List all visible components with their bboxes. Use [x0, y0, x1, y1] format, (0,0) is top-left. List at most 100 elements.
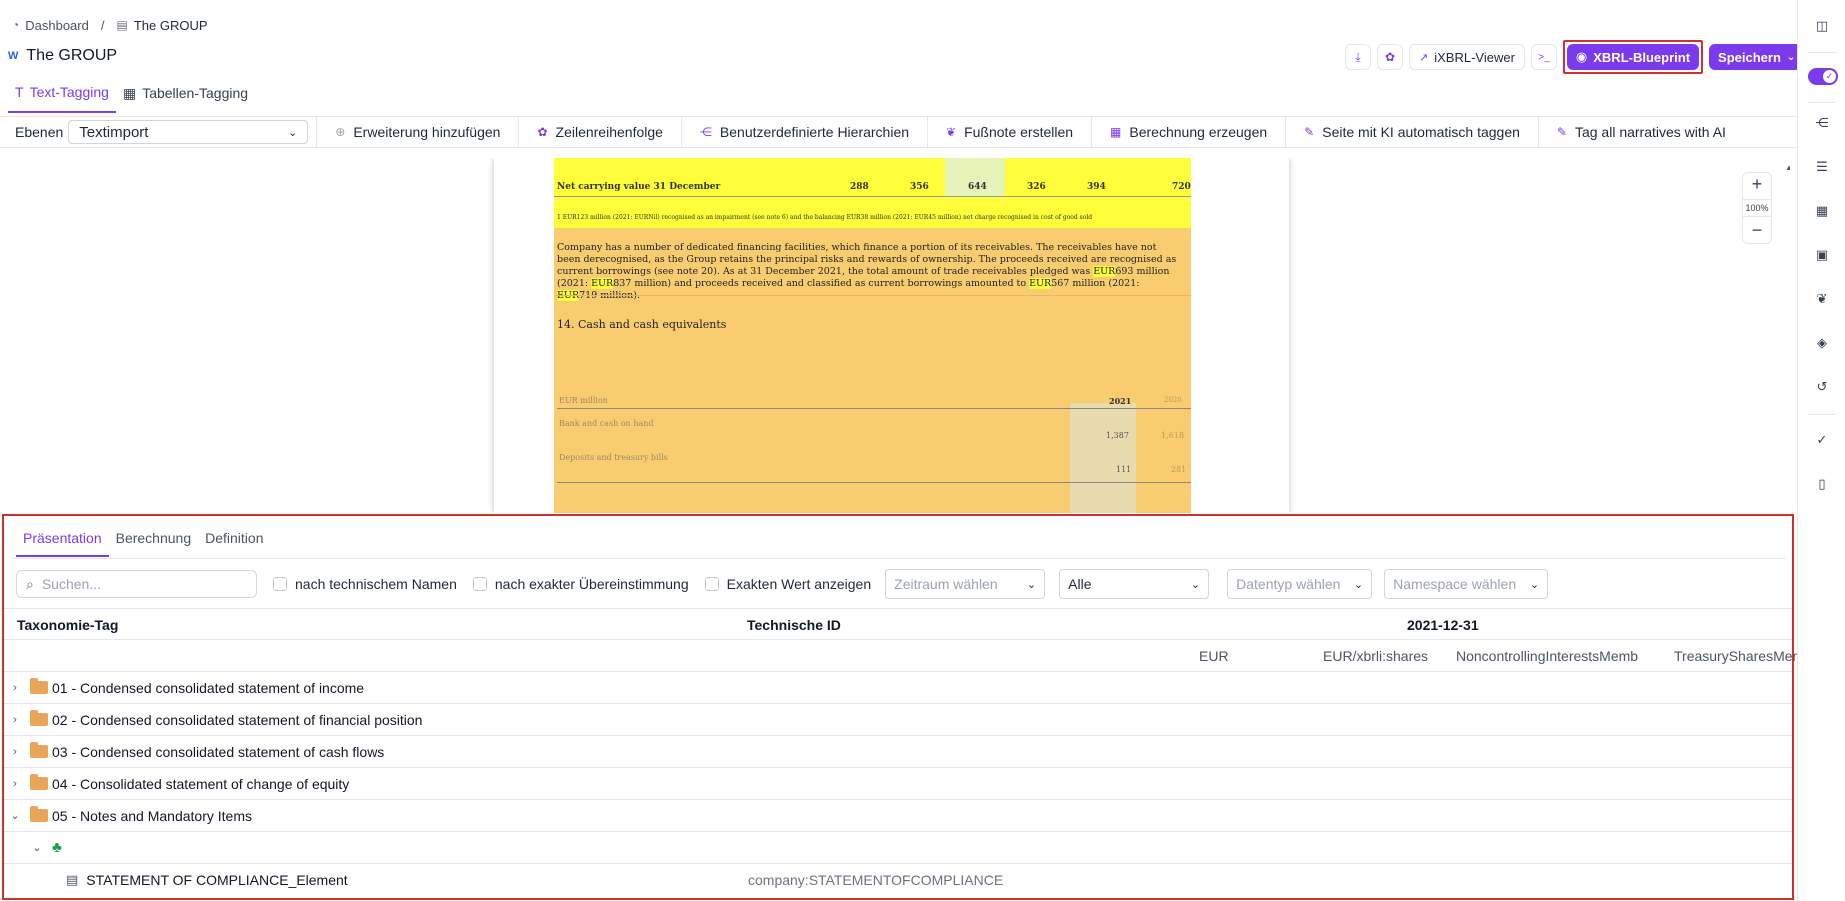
ebenen-select[interactable]: Textimport ⌄: [68, 120, 309, 144]
xbrl-blueprint-button[interactable]: ◉ XBRL-Blueprint: [1566, 44, 1700, 70]
folder-icon: [30, 806, 48, 822]
ncv-value: 644: [968, 182, 987, 192]
checkbox-exact-match[interactable]: nach exakter Übereinstimmung: [472, 576, 689, 592]
table-row[interactable]: › 01 - Condensed consolidated statement …: [4, 672, 1792, 704]
breadcrumb-dashboard[interactable]: Dashboard: [25, 18, 89, 33]
tab-tabellen-tagging[interactable]: ▦ Tabellen-Tagging: [116, 80, 255, 113]
table-row[interactable]: ⌄ 05 - Notes and Mandatory Items: [4, 800, 1792, 832]
breadcrumb-current: The GROUP: [133, 17, 208, 33]
plus-circle-icon: ⊕: [335, 125, 346, 139]
ixbrl-viewer-button[interactable]: ↗ iXBRL-Viewer: [1409, 44, 1525, 70]
mode-toggle[interactable]: ✓: [1808, 68, 1838, 85]
check-circle-icon[interactable]: ✓: [1814, 432, 1830, 448]
year-2021: 2021: [1109, 396, 1132, 406]
ai-tag-page-button[interactable]: ✎ Seite mit KI automatisch taggen: [1286, 117, 1539, 147]
hierarchy-icon[interactable]: ⋲: [1814, 115, 1830, 131]
footprint-icon[interactable]: ❦: [1814, 291, 1830, 307]
checkbox-box[interactable]: [472, 577, 487, 591]
rail-divider: [1808, 52, 1836, 53]
zoom-out-button[interactable]: −: [1752, 219, 1763, 243]
tagged-currency[interactable]: EUR: [591, 278, 614, 289]
panel-toggle-icon[interactable]: ◫: [1814, 18, 1830, 34]
row-label: 01 - Condensed consolidated statement of…: [52, 679, 365, 696]
calculator-icon: ▦: [1110, 125, 1122, 139]
calculator-icon[interactable]: ▦: [1814, 203, 1830, 219]
custom-hierarchies-button[interactable]: ⋲ Benutzerdefinierte Hierarchien: [682, 117, 929, 147]
download-button[interactable]: ⤓: [1345, 44, 1371, 70]
checkbox-technical-name[interactable]: nach technischem Namen: [273, 576, 457, 592]
tab-text-tagging[interactable]: T Text-Tagging: [8, 80, 116, 113]
chevron-down-icon: ⌄: [1353, 578, 1364, 591]
chevron-right-icon[interactable]: ›: [8, 778, 22, 790]
col-technical-id[interactable]: Technische ID: [747, 617, 841, 633]
chevron-down-icon: ⌄: [1190, 578, 1201, 591]
tagged-currency[interactable]: EUR: [1029, 278, 1052, 289]
file-icon[interactable]: ▯: [1814, 476, 1830, 492]
chevron-down-icon: ⌄: [1529, 578, 1540, 591]
checkbox-box[interactable]: [273, 577, 287, 591]
col-taxonomy-tag[interactable]: Taxonomie-Tag: [17, 617, 118, 633]
table-row[interactable]: › 03 - Condensed consolidated statement …: [4, 736, 1792, 768]
search-input[interactable]: ⌕ Suchen...: [16, 570, 257, 598]
row-order-button[interactable]: ✿ Zeilenreihenfolge: [519, 117, 682, 147]
deposits-label: Deposits and treasury bills: [559, 453, 668, 462]
scroll-up-arrow[interactable]: ▲: [1785, 163, 1790, 172]
datatype-select[interactable]: Datentyp wählen ⌄: [1227, 569, 1373, 599]
para-text: 837 million) and proceeds received and c…: [613, 278, 1030, 289]
ncv-row: Net carrying value 31 December 288 356 6…: [557, 182, 1191, 194]
app-root: ◔ Dashboard / ▤ The GROUP W The GROUP ⤓ …: [0, 0, 1845, 901]
table-rule: [557, 482, 1191, 483]
checkbox-exact-value[interactable]: Exakten Wert anzeigen: [704, 576, 872, 592]
tab-calculation[interactable]: Berechnung: [109, 526, 199, 557]
table-row[interactable]: › 04 - Consolidated statement of change …: [4, 768, 1792, 800]
ixbrl-viewer-label: iXBRL-Viewer: [1434, 49, 1515, 65]
tagged-currency[interactable]: EUR: [1093, 266, 1116, 277]
table-row[interactable]: ⌄ ♣: [4, 832, 1792, 864]
list-icon[interactable]: ☰: [1814, 159, 1830, 175]
chevron-right-icon[interactable]: ›: [8, 714, 22, 726]
history-icon[interactable]: ↺: [1814, 379, 1830, 395]
checkbox-exact-value-label: Exakten Wert anzeigen: [726, 576, 872, 592]
create-footnote-button[interactable]: ❦ Fußnote erstellen: [928, 117, 1093, 147]
table-row[interactable]: › 02 - Condensed consolidated statement …: [4, 704, 1792, 736]
chevron-right-icon[interactable]: ›: [8, 682, 22, 694]
zoom-in-button[interactable]: +: [1752, 173, 1763, 197]
chevron-down-icon[interactable]: ⌄: [30, 841, 44, 854]
page-title: W The GROUP: [8, 47, 117, 65]
leaf-technical-id: company:STATEMENTOFCOMPLIANCE: [748, 872, 1004, 888]
financing-paragraph: Company has a number of dedicated financ…: [557, 242, 1177, 302]
tab-presentation[interactable]: Präsentation: [16, 526, 109, 557]
para-text: Company has a number of dedicated financ…: [557, 242, 1177, 277]
clipboard-icon[interactable]: ▣: [1814, 247, 1830, 263]
chevron-right-icon[interactable]: ›: [8, 746, 22, 758]
table-row[interactable]: ▤ STATEMENT OF COMPLIANCE_Element compan…: [4, 864, 1792, 896]
col-date[interactable]: 2021-12-31: [1407, 617, 1479, 633]
badge-button[interactable]: ✿: [1377, 44, 1403, 70]
checkbox-box[interactable]: [704, 577, 719, 591]
period-select[interactable]: Zeitraum wählen ⌄: [885, 569, 1046, 599]
terminal-button[interactable]: >_: [1530, 44, 1557, 70]
layers-icon[interactable]: ◈: [1814, 335, 1830, 351]
ai-tag-narratives-button[interactable]: ✎ Tag all narratives with AI: [1539, 117, 1744, 147]
magic-wand-icon: ✎: [1304, 125, 1315, 139]
custom-hierarchies-label: Benutzerdefinierte Hierarchien: [719, 124, 910, 140]
checkbox-exact-match-label: nach exakter Übereinstimmung: [494, 576, 689, 592]
filter-all-select[interactable]: Alle ⌄: [1059, 569, 1210, 599]
add-extension-button[interactable]: ⊕ Erweiterung hinzufügen: [317, 117, 520, 147]
tab-definition[interactable]: Definition: [198, 526, 270, 557]
eur-million-label: EUR million: [559, 396, 608, 405]
toolbar: Ebenen Textimport ⌄ ⊕ Erweiterung hinzufü…: [0, 116, 1797, 148]
namespace-select[interactable]: Namespace wählen ⌄: [1384, 569, 1549, 599]
create-calculation-button[interactable]: ▦ Berechnung erzeugen: [1092, 117, 1287, 147]
folder-icon: [30, 678, 48, 694]
ncv-value: 720: [1172, 182, 1191, 192]
chevron-down-icon[interactable]: ⌄: [8, 809, 22, 822]
table-rule: [557, 408, 1191, 409]
save-button[interactable]: Speichern ⌄: [1709, 44, 1805, 70]
document-viewer[interactable]: Net carrying value 31 December 288 356 6…: [7, 158, 1790, 513]
bank-2021: 1,387: [1106, 431, 1129, 440]
document-page: Net carrying value 31 December 288 356 6…: [494, 158, 1289, 513]
row-order-label: Zeilenreihenfolge: [555, 124, 663, 140]
deposits-2020: 281: [1171, 465, 1187, 474]
para-text: 567 million (2021:: [1051, 278, 1140, 289]
